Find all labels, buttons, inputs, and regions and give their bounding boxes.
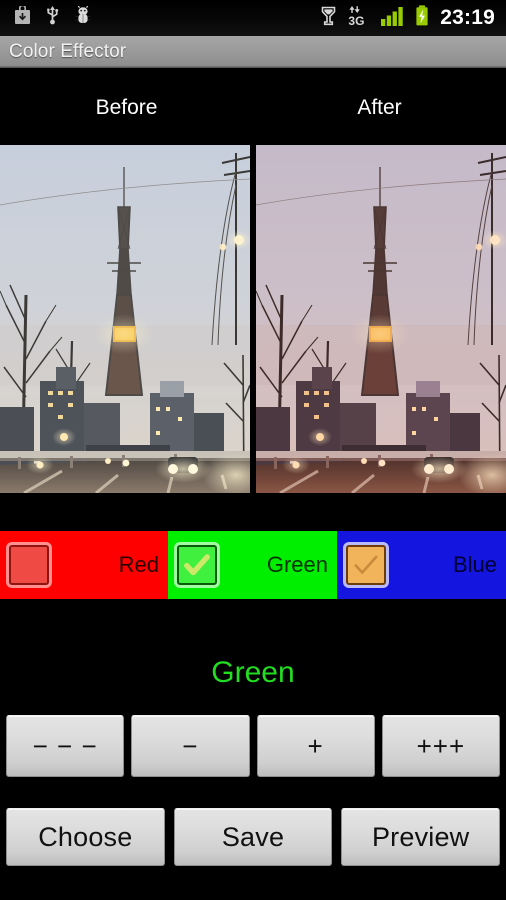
increase-small-label: + — [307, 731, 324, 761]
after-label: After — [357, 96, 402, 119]
battery-charging-icon — [415, 5, 429, 31]
save-button[interactable]: Save — [173, 808, 333, 866]
alarm-icon — [320, 5, 337, 31]
checkmark-icon — [184, 554, 210, 576]
channel-green[interactable]: Green — [168, 531, 337, 599]
increase-large-button[interactable]: +++ — [381, 715, 500, 777]
channel-green-label: Green — [266, 552, 328, 577]
status-bar-left-icons — [0, 4, 92, 31]
decrease-large-button[interactable]: − − − — [6, 715, 125, 777]
increase-large-label: +++ — [416, 731, 466, 761]
download-icon — [14, 4, 31, 31]
app-root: 3G 23:19 Color Effector Before After Red… — [0, 0, 506, 900]
status-bar-clock: 23:19 — [440, 6, 495, 29]
choose-button[interactable]: Choose — [6, 808, 165, 866]
preview-button[interactable]: Preview — [341, 808, 501, 866]
status-bar: 3G 23:19 — [0, 0, 506, 36]
channel-blue[interactable]: Blue — [337, 531, 506, 599]
checkmark-icon — [354, 555, 378, 574]
preview-labels: Before After — [0, 72, 506, 144]
channel-green-checkbox[interactable] — [177, 545, 217, 585]
svg-text:3G: 3G — [349, 14, 365, 27]
channel-blue-label: Blue — [452, 552, 497, 577]
decrease-large-label: − − − — [32, 731, 98, 761]
before-image[interactable] — [0, 145, 250, 493]
decrease-small-button[interactable]: − — [131, 715, 250, 777]
channel-selector-bar: Red Green Blue — [0, 531, 506, 599]
android-debug-icon — [74, 5, 92, 31]
usb-icon — [44, 5, 61, 31]
before-label: Before — [95, 96, 158, 119]
increase-small-button[interactable]: + — [256, 715, 375, 777]
channel-red-label: Red — [118, 552, 159, 577]
signal-bars-icon — [381, 6, 404, 31]
channel-red[interactable]: Red — [0, 531, 168, 599]
save-button-label: Save — [221, 821, 285, 852]
decrease-small-label: − — [182, 731, 199, 761]
channel-red-checkbox[interactable] — [9, 545, 49, 585]
selected-channel-heading: Green — [0, 645, 506, 700]
preview-button-label: Preview — [371, 821, 470, 852]
action-button-row: Choose Save Preview — [0, 808, 506, 866]
network-3g-icon: 3G — [348, 5, 370, 32]
image-preview-panels — [0, 145, 506, 493]
adjust-button-row: − − − − + +++ — [0, 715, 506, 777]
title-bar: Color Effector — [0, 36, 506, 70]
status-bar-right-icons: 3G 23:19 — [320, 5, 506, 32]
app-title: Color Effector — [9, 41, 127, 62]
selected-channel-label: Green — [211, 655, 295, 689]
choose-button-label: Choose — [38, 821, 133, 852]
channel-blue-checkbox[interactable] — [346, 545, 386, 585]
after-image[interactable] — [256, 145, 506, 493]
